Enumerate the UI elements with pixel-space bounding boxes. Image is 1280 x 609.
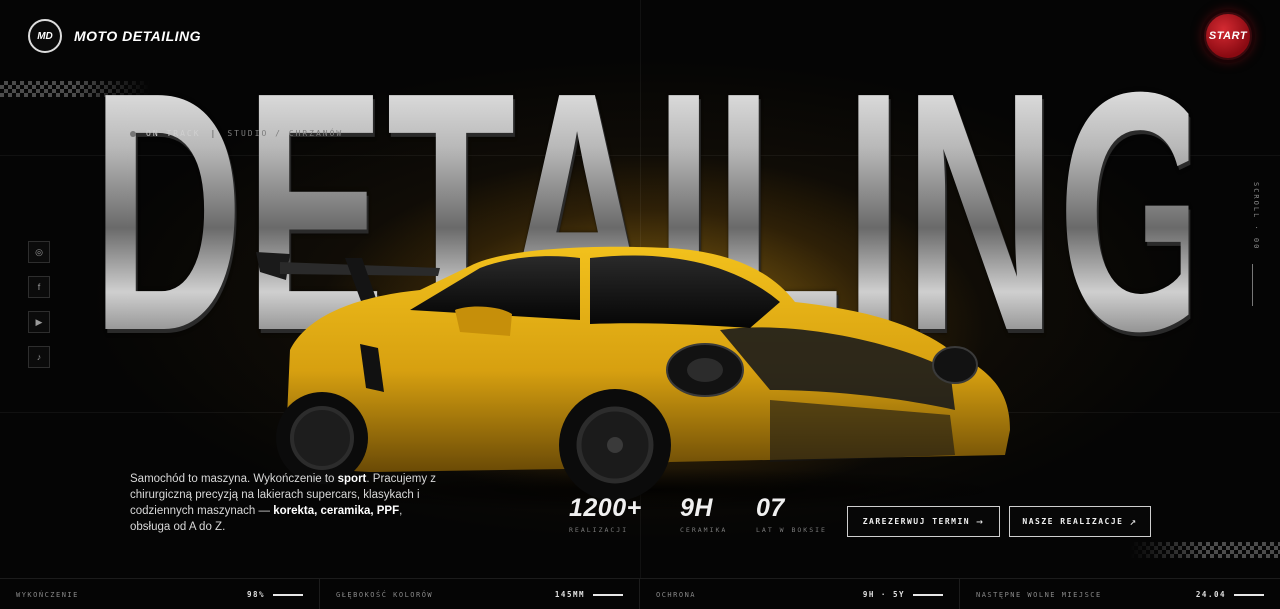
status-line: ON TRACK | STUDIO / CHRZANÓW: [130, 129, 343, 138]
stat-value: 1200+: [569, 494, 642, 522]
status-indicator: ON TRACK: [146, 129, 201, 138]
info-label: WYKOŃCZENIE: [16, 590, 79, 599]
intro-highlight: korekta, ceramika, PPF: [273, 505, 400, 517]
info-protection: OCHRONA 9H · 5Y: [640, 579, 960, 609]
info-bar: [1234, 593, 1264, 596]
scroll-line: [1252, 264, 1253, 306]
intro-text-part: Samochód to maszyna. Wykończenie to: [130, 473, 338, 485]
info-value: 145MM: [554, 590, 585, 599]
stat-value: 9H: [680, 494, 713, 522]
youtube-icon[interactable]: ▶: [28, 311, 50, 333]
intro-text: Samochód to maszyna. Wykończenie to spor…: [130, 471, 440, 535]
stat-label: LAT W BOKSIE: [756, 526, 827, 534]
info-next-slot: NASTĘPNE WOLNE MIEJSCE 24.04: [960, 579, 1280, 609]
info-bar: [273, 593, 303, 596]
status-separator: |: [210, 129, 218, 138]
our-works-button[interactable]: NASZE REALIZACJE ↗: [1009, 506, 1151, 537]
info-finish: WYKOŃCZENIE 98%: [0, 579, 320, 609]
stat-value: 07: [756, 494, 785, 522]
bottom-info-bar: WYKOŃCZENIE 98% GŁĘBOKOŚĆ KOLORÓW 145MM …: [0, 578, 1280, 609]
logo-text: MOTO DETAILING: [74, 28, 202, 44]
info-value: 24.04: [1195, 590, 1226, 599]
facebook-icon[interactable]: f: [28, 276, 50, 298]
info-bar: [913, 593, 943, 596]
stat-label: REALIZACJI: [569, 526, 629, 534]
info-label: GŁĘBOKOŚĆ KOLORÓW: [336, 590, 434, 599]
info-label: NASTĘPNE WOLNE MIEJSCE: [976, 590, 1102, 599]
stats-row: 1200+ REALIZACJI 9H CERAMIKA 07 LAT W BO…: [569, 494, 836, 534]
status-dot: [130, 130, 136, 137]
tiktok-icon[interactable]: ♪: [28, 346, 50, 368]
stat-realizations: 1200+ REALIZACJI: [569, 494, 680, 534]
scroll-indicator: SCROLL · 00: [1252, 182, 1260, 251]
social-links: ◎ f ▶ ♪: [28, 241, 50, 368]
info-color-depth: GŁĘBOKOŚĆ KOLORÓW 145MM: [320, 579, 640, 609]
instagram-icon[interactable]: ◎: [28, 241, 50, 263]
info-label: OCHRONA: [656, 590, 697, 599]
site-logo[interactable]: MD MOTO DETAILING: [28, 19, 201, 53]
start-button[interactable]: START: [1204, 12, 1252, 60]
status-studio: STUDIO / CHRZANÓW: [227, 129, 344, 138]
arrow-up-right-icon: ↗: [1129, 515, 1138, 528]
car-image: [256, 246, 1020, 510]
stat-ceramic: 9H CERAMIKA: [680, 494, 756, 534]
info-value: 9H · 5Y: [862, 590, 905, 599]
book-appointment-label: ZAREZERWUJ TERMIN: [862, 517, 971, 526]
checkered-stripe: [1130, 542, 1280, 558]
info-value: 98%: [246, 590, 265, 599]
our-works-label: NASZE REALIZACJE: [1022, 517, 1124, 526]
book-appointment-button[interactable]: ZAREZERWUJ TERMIN →: [847, 506, 1000, 537]
logo-badge: MD: [28, 19, 62, 53]
intro-highlight: sport: [337, 473, 367, 485]
info-bar: [593, 593, 623, 596]
stat-years: 07 LAT W BOKSIE: [756, 494, 836, 534]
arrow-right-icon: →: [976, 515, 985, 528]
stat-label: CERAMIKA: [680, 526, 728, 534]
